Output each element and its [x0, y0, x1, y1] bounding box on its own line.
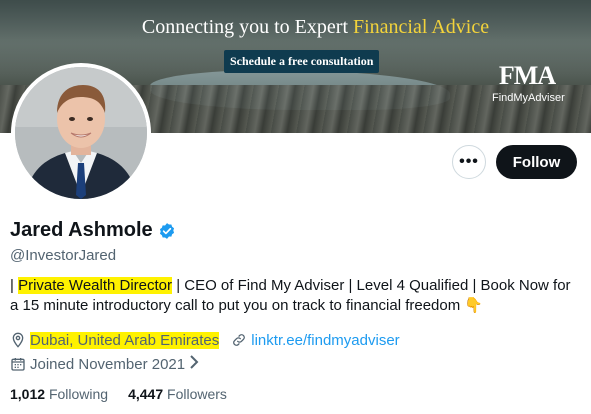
logo-mark: FMA [498, 61, 556, 90]
profile-meta: Dubai, United Arab Emirates linktr.ee/fi… [10, 330, 412, 378]
logo-brand: FindMyAdviser [492, 92, 565, 104]
pointing-down-emoji: 👇 [464, 297, 484, 314]
banner-headline: Connecting you to Expert Financial Advic… [0, 16, 591, 39]
following-stat[interactable]: 1,012 Following [10, 386, 108, 402]
profile-bio: | Private Wealth Director | CEO of Find … [10, 276, 580, 316]
bio-prefix: | [10, 277, 19, 294]
follow-stats: 1,012 Following 4,447 Followers [10, 386, 247, 402]
banner-headline-highlight: Financial Advice [353, 16, 490, 38]
location-item: Dubai, United Arab Emirates [10, 331, 220, 349]
following-label: Following [48, 386, 109, 402]
website-link[interactable]: linktr.ee/findmyadviser [251, 332, 399, 349]
avatar-portrait-illustration [15, 67, 147, 199]
followers-stat[interactable]: 4,447 Followers [128, 386, 227, 402]
link-icon [231, 332, 247, 348]
followers-count: 4,447 [128, 386, 164, 402]
follow-button[interactable]: Follow [496, 145, 577, 179]
profile-handle: @InvestorJared [10, 247, 117, 264]
more-icon: ••• [459, 153, 479, 170]
avatar[interactable] [11, 63, 151, 203]
banner-headline-prefix: Connecting you to Expert [141, 16, 353, 38]
location-pin-icon [10, 332, 26, 348]
bio-highlight: Private Wealth Director [18, 277, 173, 294]
joined-date: Joined November 2021 [30, 355, 186, 373]
calendar-icon [10, 356, 26, 372]
website-item[interactable]: linktr.ee/findmyadviser [231, 332, 400, 349]
findmyadviser-logo: FMA FindMyAdviser [492, 61, 565, 105]
profile-name-row: Jared Ashmole [10, 219, 176, 242]
more-options-button[interactable]: ••• [452, 145, 486, 179]
joined-item[interactable]: Joined November 2021 [10, 355, 199, 373]
chevron-right-icon [189, 355, 199, 373]
following-count: 1,012 [10, 386, 46, 402]
location-text: Dubai, United Arab Emirates [30, 331, 220, 349]
banner-cta-badge: Schedule a free consultation [224, 50, 380, 73]
profile-name: Jared Ashmole [10, 219, 153, 241]
verified-badge-icon[interactable] [158, 222, 176, 240]
avatar-photo [15, 67, 147, 199]
followers-label: Followers [167, 386, 227, 402]
